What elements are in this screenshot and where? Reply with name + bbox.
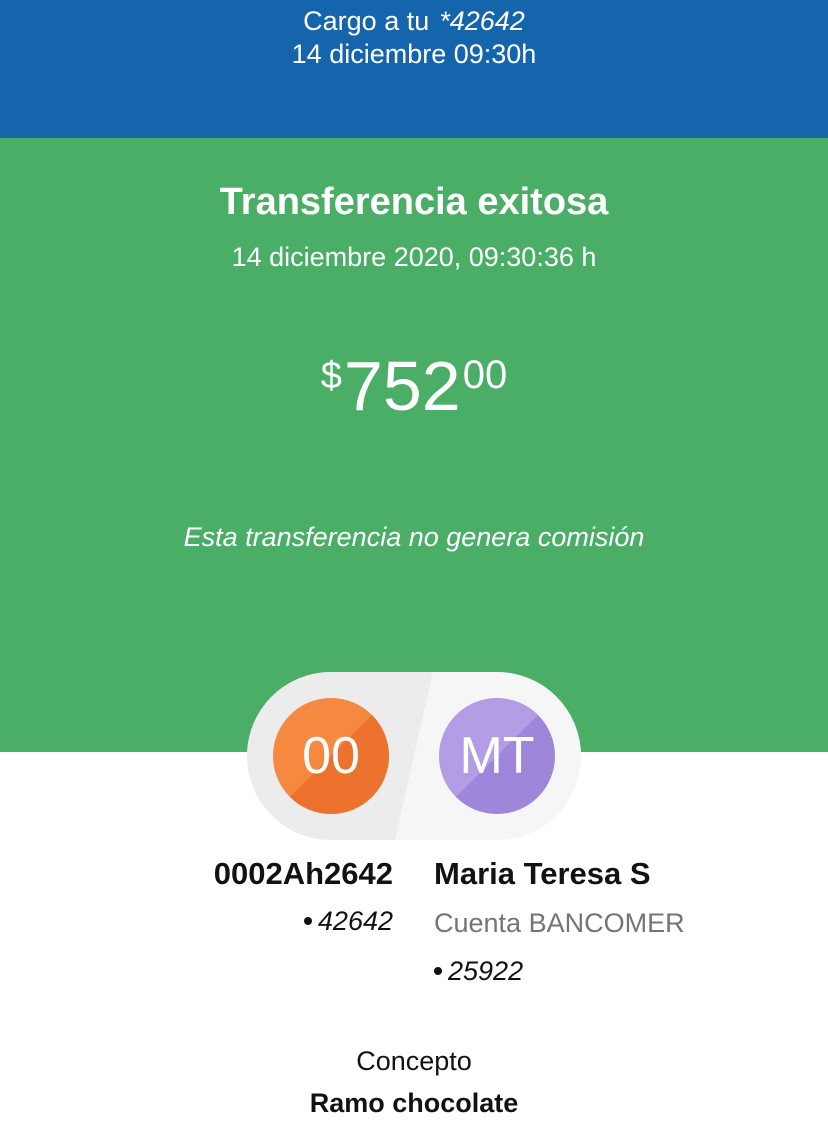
origin-initials: 00 [302, 727, 360, 785]
destination-initials: MT [459, 727, 535, 785]
transfer-datetime: 14 diciembre 2020, 09:30:36 h [231, 242, 597, 272]
commission-note: Esta transferencia no genera comisión [183, 522, 645, 552]
destination-account-number: 25922 [434, 954, 814, 988]
destination-name: Maria Teresa S [434, 856, 651, 891]
charge-account-line: Cargo a tu *42642 [0, 4, 828, 38]
amount-decimals: 00 [462, 353, 508, 397]
success-panel: Transferencia exitosa 14 diciembre 2020,… [0, 138, 828, 752]
bullet-icon [434, 966, 442, 975]
destination-bank: Cuenta BANCOMER [434, 908, 685, 938]
transfer-parties-pill: 00 MT [247, 672, 581, 840]
concept-label: Concepto [356, 1046, 472, 1076]
amount-currency: $ [320, 355, 342, 397]
origin-account-name: 0002Ah2642 [213, 856, 393, 891]
destination-avatar: MT [439, 698, 555, 814]
origin-account-digits: 42642 [317, 906, 393, 936]
bullet-icon [303, 916, 312, 925]
transfer-amount: $75200 [0, 343, 828, 421]
success-title: Transferencia exitosa [219, 181, 609, 223]
transfer-header: Cargo a tu *42642 14 diciembre 09:30h [0, 0, 828, 138]
concept-value: Ramo chocolate [309, 1088, 519, 1118]
origin-avatar: 00 [273, 698, 389, 814]
destination-account-digits: 25922 [448, 956, 524, 986]
charge-label: Cargo a tu [303, 6, 430, 36]
origin-account-number: 42642 [120, 904, 393, 938]
charge-account-number: *42642 [439, 6, 525, 36]
amount-integer: 752 [343, 347, 461, 425]
header-datetime: 14 diciembre 09:30h [291, 39, 537, 69]
